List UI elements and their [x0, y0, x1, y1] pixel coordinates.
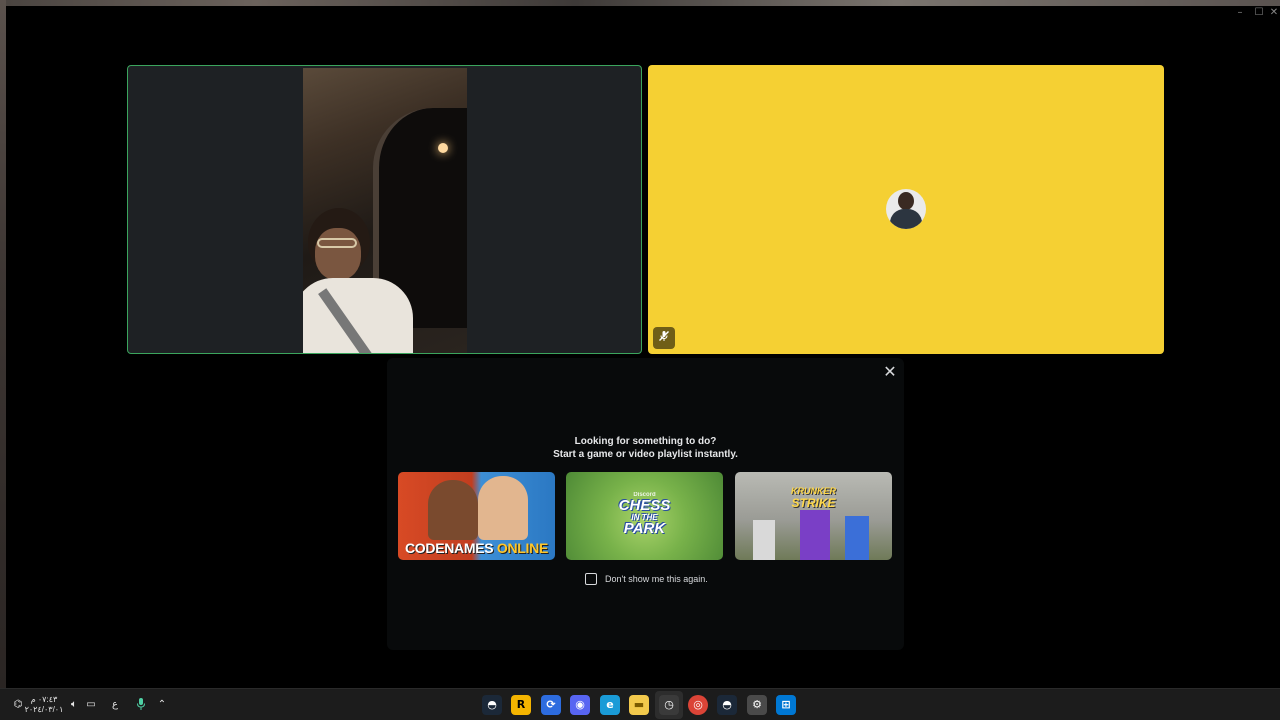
close-window-button[interactable]: ✕ — [1268, 6, 1280, 20]
dont-show-checkbox[interactable] — [585, 573, 597, 585]
chess-title: CHESS IN THE PARK — [618, 497, 671, 537]
display-icon[interactable]: ▭ — [84, 689, 98, 720]
start-icon[interactable]: ⊞ — [776, 695, 796, 715]
avatar[interactable] — [886, 189, 926, 229]
person-glasses — [317, 238, 357, 248]
chrome-icon[interactable]: ◎ — [688, 695, 708, 715]
volume-icon[interactable]: 🔈︎ — [66, 689, 82, 720]
avatar-video-tile[interactable] — [648, 65, 1164, 354]
edge-icon[interactable]: e — [600, 695, 620, 715]
panel-heading: Looking for something to do? Start a gam… — [387, 435, 904, 461]
codenames-character-2 — [478, 476, 528, 540]
clock-app-icon[interactable]: ◷ — [659, 695, 679, 715]
activity-card-codenames[interactable]: CODENAMES ONLINE — [398, 472, 555, 560]
clock[interactable]: ٠٧:٤٣ م ٢٠٢٤/٠٣/٠١ — [24, 695, 64, 715]
krunker-character-2 — [800, 510, 830, 560]
minimize-button[interactable]: – — [1231, 6, 1249, 20]
activity-card-krunker-strike[interactable]: KRUNKER STRIKE — [735, 472, 892, 560]
codenames-title: CODENAMES ONLINE — [405, 540, 548, 556]
avatar-head — [898, 192, 914, 210]
activity-card-chess-in-the-park[interactable]: Discord CHESS IN THE PARK — [566, 472, 723, 560]
titlebar: – ☐ ✕ — [6, 6, 1280, 22]
krunker-title: KRUNKER STRIKE — [791, 486, 836, 510]
krunker-character-3 — [845, 516, 869, 560]
blue-app-icon[interactable]: ⟳ — [541, 695, 561, 715]
camera-video-tile[interactable] — [127, 65, 642, 354]
screen: – ☐ ✕ ✕ Looking for something to do? Sta… — [0, 0, 1280, 720]
avatar-body — [890, 209, 922, 229]
activity-suggestions-panel: ✕ Looking for something to do? Start a g… — [387, 358, 904, 650]
language-indicator[interactable]: ع — [108, 689, 122, 720]
codenames-character-1 — [428, 480, 478, 540]
file-explorer-icon[interactable]: ▬ — [629, 695, 649, 715]
dont-show-again-option[interactable]: Don't show me this again. — [585, 573, 708, 585]
camera-feed — [303, 68, 467, 353]
activity-cards: CODENAMES ONLINE Discord CHESS IN THE PA… — [398, 472, 893, 560]
steam-icon[interactable]: ◓ — [482, 695, 502, 715]
taskbar: ⌬ ٠٧:٤٣ م ٢٠٢٤/٠٣/٠١ 🔈︎ ▭ ع ⌃ ◓ R ⟳ ◉ e … — [0, 688, 1280, 720]
clock-date: ٢٠٢٤/٠٣/٠١ — [24, 705, 64, 714]
heading-line-2: Start a game or video playlist instantly… — [553, 449, 738, 460]
heading-line-1: Looking for something to do? — [574, 436, 717, 447]
mic-off-icon — [653, 327, 675, 349]
clock-time: ٠٧:٤٣ م — [30, 695, 58, 704]
person-face — [315, 228, 361, 280]
chevron-up-icon[interactable]: ⌃ — [155, 689, 169, 720]
settings-icon[interactable]: ⚙ — [747, 695, 767, 715]
microphone-icon[interactable] — [134, 689, 148, 720]
rockstar-icon[interactable]: R — [511, 695, 531, 715]
street-light — [438, 143, 448, 153]
steam-icon-2[interactable]: ◓ — [717, 695, 737, 715]
close-icon[interactable]: ✕ — [881, 363, 899, 381]
maximize-button[interactable]: ☐ — [1250, 6, 1268, 20]
discord-icon[interactable]: ◉ — [570, 695, 590, 715]
dont-show-label: Don't show me this again. — [605, 574, 708, 584]
krunker-character-1 — [753, 520, 775, 560]
